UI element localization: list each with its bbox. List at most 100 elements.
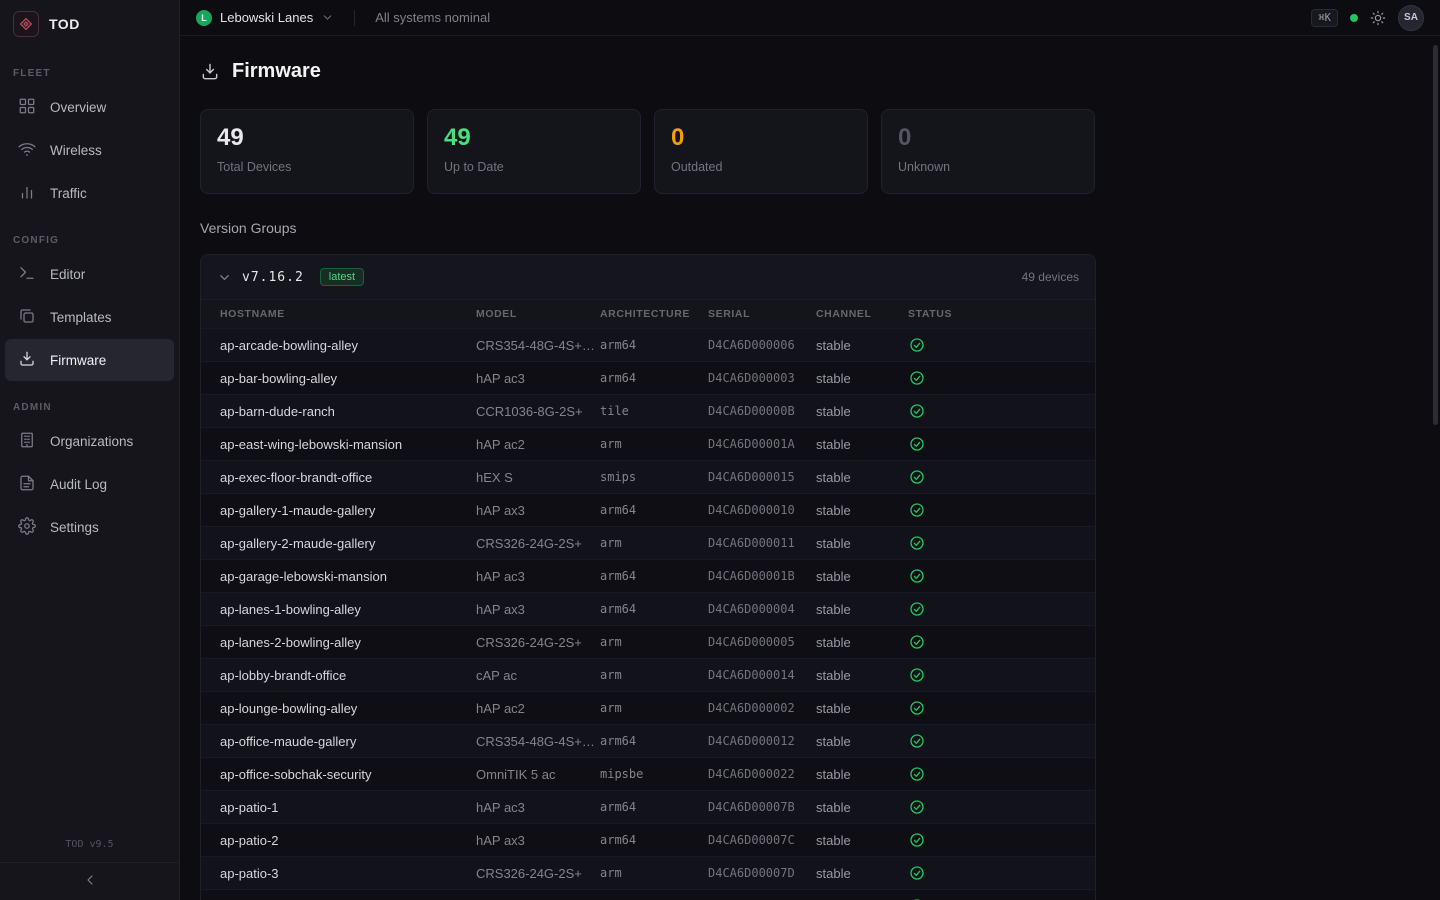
architecture-cell: arm — [600, 536, 708, 550]
status-cell — [908, 865, 1095, 881]
serial-cell: D4CA6D000012 — [708, 734, 816, 748]
download-icon — [18, 350, 36, 371]
table-row[interactable]: ap-arcade-bowling-alley CRS354-48G-4S+… … — [201, 328, 1095, 361]
version-group-header[interactable]: v7.16.2 latest 49 devices — [201, 255, 1095, 299]
serial-cell: D4CA6D000011 — [708, 536, 816, 550]
sidebar-item-organizations[interactable]: Organizations — [5, 420, 174, 462]
org-selector[interactable]: L Lebowski Lanes — [196, 10, 334, 26]
model-cell: hAP ax3 — [476, 503, 600, 518]
table-row[interactable]: ap-lobby-brandt-office cAP ac arm D4CA6D… — [201, 658, 1095, 691]
status-cell — [908, 733, 1095, 749]
check-circle-icon — [909, 469, 925, 485]
model-cell: CRS326-24G-2S+ — [476, 866, 600, 881]
architecture-cell: arm — [600, 437, 708, 451]
model-cell: hAP ac3 — [476, 371, 600, 386]
table-row[interactable]: ap-lanes-2-bowling-alley CRS326-24G-2S+ … — [201, 625, 1095, 658]
sidebar-item-label: Wireless — [50, 143, 102, 158]
table-row[interactable]: ap-gallery-2-maude-gallery CRS326-24G-2S… — [201, 526, 1095, 559]
chevron-down-icon — [321, 11, 334, 24]
check-circle-icon — [909, 733, 925, 749]
building-icon — [18, 431, 36, 452]
hostname-cell: ap-office-sobchak-security — [220, 767, 476, 782]
column-header-serial: SERIAL — [708, 308, 816, 320]
channel-cell: stable — [816, 404, 908, 419]
sidebar-item-audit-log[interactable]: Audit Log — [5, 463, 174, 505]
table-row[interactable]: ap-garage-lebowski-mansion hAP ac3 arm64… — [201, 559, 1095, 592]
architecture-cell: arm — [600, 701, 708, 715]
hostname-cell: ap-lanes-1-bowling-alley — [220, 602, 476, 617]
hostname-cell: ap-lanes-2-bowling-alley — [220, 635, 476, 650]
sidebar-item-firmware[interactable]: Firmware — [5, 339, 174, 381]
serial-cell: D4CA6D00001A — [708, 437, 816, 451]
model-cell: CRS326-24G-2S+ — [476, 635, 600, 650]
table-row[interactable]: ap-patio-4 CRS354-48G-4S+… arm64 D4CA6D0… — [201, 889, 1095, 900]
sidebar-item-templates[interactable]: Templates — [5, 296, 174, 338]
stat-value: 0 — [671, 124, 851, 152]
model-cell: hAP ac2 — [476, 437, 600, 452]
table-row[interactable]: ap-bar-bowling-alley hAP ac3 arm64 D4CA6… — [201, 361, 1095, 394]
command-palette-shortcut[interactable]: ⌘K — [1311, 9, 1338, 27]
channel-cell: stable — [816, 701, 908, 716]
table-row[interactable]: ap-patio-3 CRS326-24G-2S+ arm D4CA6D0000… — [201, 856, 1095, 889]
table-row[interactable]: ap-office-maude-gallery CRS354-48G-4S+… … — [201, 724, 1095, 757]
table-row[interactable]: ap-exec-floor-brandt-office hEX S smips … — [201, 460, 1095, 493]
model-cell: OmniTIK 5 ac — [476, 767, 600, 782]
version-groups-heading: Version Groups — [200, 220, 1096, 236]
column-header-status: STATUS — [908, 308, 1095, 320]
sidebar-item-wireless[interactable]: Wireless — [5, 129, 174, 171]
chevron-left-icon — [82, 872, 98, 891]
table-row[interactable]: ap-barn-dude-ranch CCR1036-8G-2S+ tile D… — [201, 394, 1095, 427]
hostname-cell: ap-lobby-brandt-office — [220, 668, 476, 683]
column-header-architecture: ARCHITECTURE — [600, 308, 708, 320]
table-row[interactable]: ap-gallery-1-maude-gallery hAP ax3 arm64… — [201, 493, 1095, 526]
status-cell — [908, 337, 1095, 353]
check-circle-icon — [909, 700, 925, 716]
architecture-cell: arm — [600, 866, 708, 880]
channel-cell: stable — [816, 833, 908, 848]
terminal-icon — [18, 264, 36, 285]
stat-card-outdated: 0 Outdated — [654, 109, 868, 194]
gear-icon — [18, 517, 36, 538]
table-row[interactable]: ap-patio-2 hAP ax3 arm64 D4CA6D00007C st… — [201, 823, 1095, 856]
sidebar-item-overview[interactable]: Overview — [5, 86, 174, 128]
architecture-cell: arm64 — [600, 338, 708, 352]
check-circle-icon — [909, 337, 925, 353]
channel-cell: stable — [816, 338, 908, 353]
architecture-cell: arm — [600, 635, 708, 649]
architecture-cell: arm64 — [600, 602, 708, 616]
chevron-down-icon[interactable] — [217, 270, 232, 285]
grid-icon — [18, 97, 36, 118]
table-row[interactable]: ap-east-wing-lebowski-mansion hAP ac2 ar… — [201, 427, 1095, 460]
table-row[interactable]: ap-patio-1 hAP ac3 arm64 D4CA6D00007B st… — [201, 790, 1095, 823]
model-cell: CCR1036-8G-2S+ — [476, 404, 600, 419]
architecture-cell: arm64 — [600, 569, 708, 583]
channel-cell: stable — [816, 470, 908, 485]
theme-toggle-sun-icon[interactable] — [1370, 10, 1386, 26]
table-row[interactable]: ap-lounge-bowling-alley hAP ac2 arm D4CA… — [201, 691, 1095, 724]
sidebar-collapse-button[interactable] — [0, 862, 179, 900]
serial-cell: D4CA6D00001B — [708, 569, 816, 583]
firmware-version: v7.16.2 — [242, 270, 304, 285]
hostname-cell: ap-patio-3 — [220, 866, 476, 881]
user-avatar[interactable]: SA — [1398, 5, 1424, 31]
sidebar-item-settings[interactable]: Settings — [5, 506, 174, 548]
check-circle-icon — [909, 667, 925, 683]
vertical-scrollbar[interactable] — [1433, 45, 1438, 425]
model-cell: hAP ac3 — [476, 569, 600, 584]
device-count: 49 devices — [1022, 270, 1079, 284]
sidebar-item-label: Organizations — [50, 434, 133, 449]
architecture-cell: arm64 — [600, 371, 708, 385]
sidebar-item-traffic[interactable]: Traffic — [5, 172, 174, 214]
architecture-cell: arm64 — [600, 833, 708, 847]
sidebar-item-label: Editor — [50, 267, 85, 282]
main-area: L Lebowski Lanes All systems nominal ⌘K … — [180, 0, 1440, 900]
table-row[interactable]: ap-office-sobchak-security OmniTIK 5 ac … — [201, 757, 1095, 790]
stat-card-unknown: 0 Unknown — [881, 109, 1095, 194]
architecture-cell: arm64 — [600, 734, 708, 748]
check-circle-icon — [909, 634, 925, 650]
sidebar-item-editor[interactable]: Editor — [5, 253, 174, 295]
table-row[interactable]: ap-lanes-1-bowling-alley hAP ax3 arm64 D… — [201, 592, 1095, 625]
status-cell — [908, 766, 1095, 782]
check-circle-icon — [909, 799, 925, 815]
stat-value: 49 — [217, 124, 397, 152]
